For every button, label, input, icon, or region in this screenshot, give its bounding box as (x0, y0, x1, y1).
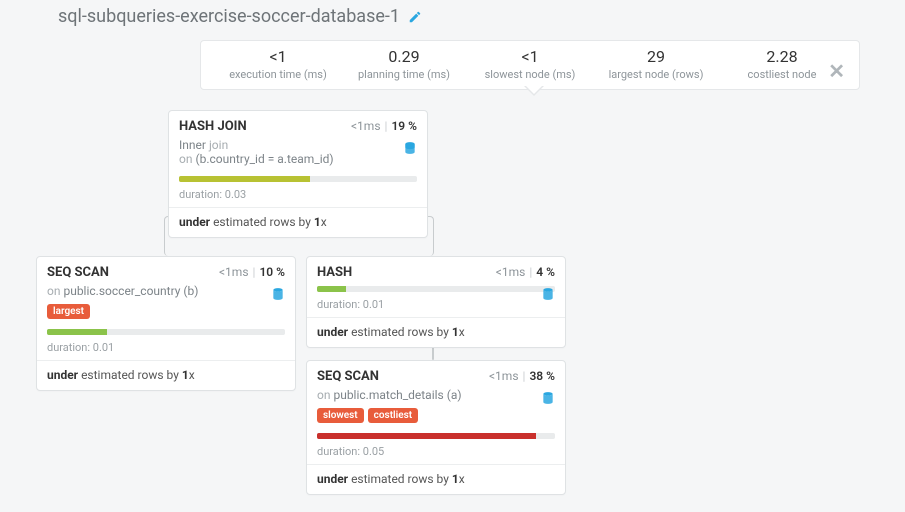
node-title: HASH JOIN (179, 119, 247, 134)
plan-area: HASH JOIN <1ms|19 % Inner join on (b.cou… (0, 0, 905, 512)
duration-label: duration: 0.03 (169, 186, 427, 207)
database-icon[interactable] (541, 390, 555, 409)
node-tags: slowest costliest (307, 408, 565, 429)
node-title: SEQ SCAN (47, 265, 109, 280)
duration-bar (317, 433, 555, 439)
node-subtitle (307, 284, 565, 300)
node-subtitle: on public.soccer_country (b) (37, 284, 295, 304)
node-hash[interactable]: HASH <1ms|4 % duration: 0.01 under estim… (306, 256, 566, 348)
node-tags: largest (37, 304, 295, 325)
node-timing: <1ms|38 % (489, 369, 555, 383)
node-hash-join[interactable]: HASH JOIN <1ms|19 % Inner join on (b.cou… (168, 110, 428, 238)
node-timing: <1ms|10 % (219, 265, 285, 279)
estimate-label: under estimated rows by 1x (169, 208, 427, 237)
node-timing: <1ms|4 % (496, 265, 555, 279)
estimate-label: under estimated rows by 1x (37, 361, 295, 390)
duration-bar (47, 329, 285, 335)
node-subtitle: on public.match_details (a) (307, 388, 565, 408)
node-seq-scan-match-details[interactable]: SEQ SCAN <1ms|38 % on public.match_detai… (306, 360, 566, 495)
duration-label: duration: 0.05 (307, 443, 565, 464)
node-subtitle: Inner join on (b.country_id = a.team_id) (169, 138, 427, 172)
database-icon[interactable] (541, 286, 555, 305)
node-title: SEQ SCAN (317, 369, 379, 384)
database-icon[interactable] (271, 286, 285, 305)
node-timing: <1ms|19 % (351, 119, 417, 133)
tag-largest: largest (47, 304, 90, 319)
duration-label: duration: 0.01 (37, 339, 295, 360)
node-seq-scan-soccer-country[interactable]: SEQ SCAN <1ms|10 % on public.soccer_coun… (36, 256, 296, 391)
estimate-label: under estimated rows by 1x (307, 465, 565, 494)
node-title: HASH (317, 265, 352, 280)
database-icon[interactable] (403, 140, 417, 159)
tag-costliest: costliest (368, 408, 418, 423)
duration-bar (179, 176, 417, 182)
tag-slowest: slowest (317, 408, 364, 423)
estimate-label: under estimated rows by 1x (307, 318, 565, 347)
